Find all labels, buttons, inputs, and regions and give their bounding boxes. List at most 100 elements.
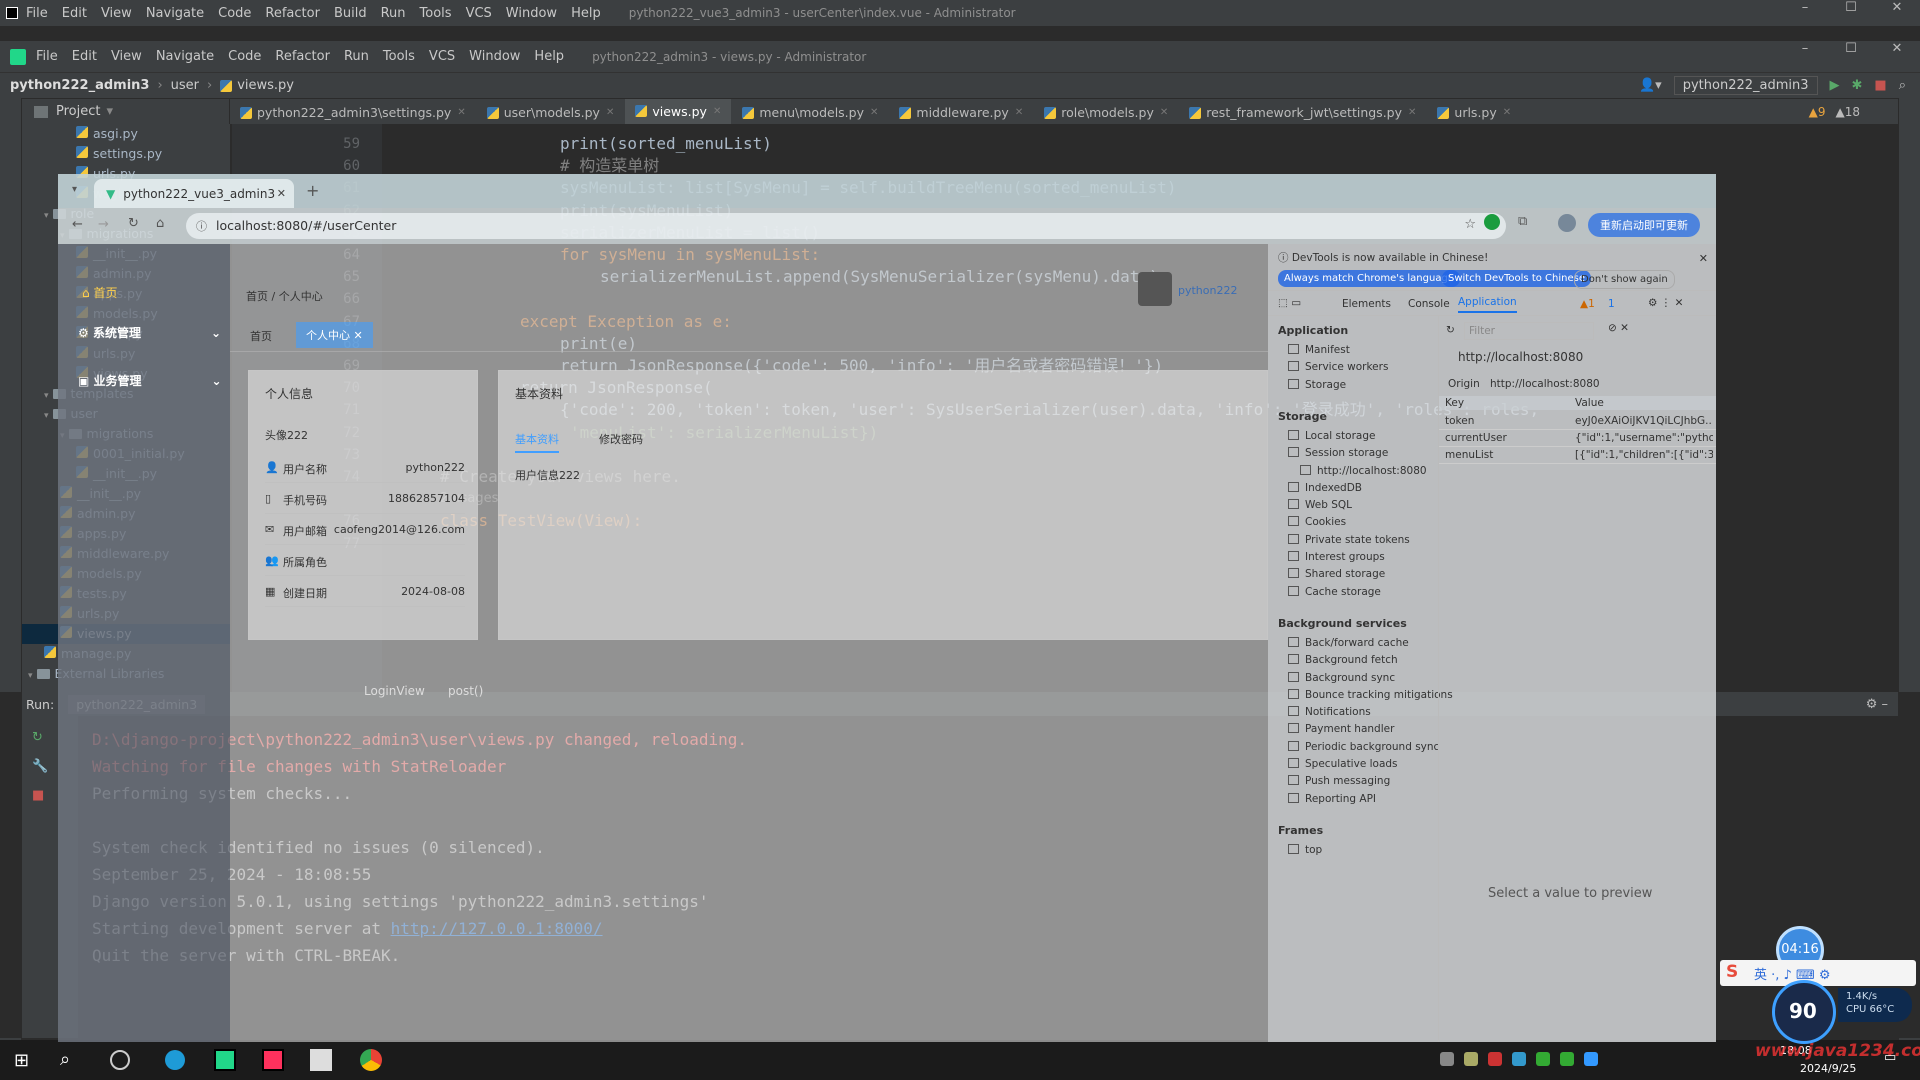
inspect-icon[interactable]: ⬚ ▭ <box>1278 297 1301 309</box>
warning-count[interactable]: ▲9 <box>1809 105 1826 119</box>
tab-menu-icon[interactable]: ▾ <box>72 184 77 195</box>
devtools-bg-item[interactable]: Reporting API <box>1288 792 1376 805</box>
address-bar[interactable]: localhost:8080/#/userCenter <box>216 218 396 233</box>
devtools-tab-console[interactable]: Console <box>1408 298 1450 310</box>
menu-item-vcs[interactable]: VCS <box>466 6 492 21</box>
clear-storage-icon[interactable]: ⊘ ✕ <box>1608 322 1629 334</box>
menu-item-tools[interactable]: Tools <box>420 6 452 21</box>
devtools-storage-item[interactable]: Interest groups <box>1288 551 1385 563</box>
menu-item-navigate[interactable]: Navigate <box>146 6 204 21</box>
menu-item-view[interactable]: View <box>111 49 142 64</box>
intellij-taskbar-icon[interactable] <box>262 1049 284 1071</box>
menu-item-refactor[interactable]: Refactor <box>265 6 320 21</box>
browser-tab-title[interactable]: python222_vue3_admin3 <box>123 187 275 201</box>
match-language-button[interactable]: Always match Chrome's language <box>1278 270 1460 287</box>
menu-item-code[interactable]: Code <box>218 6 251 21</box>
menu-item-help[interactable]: Help <box>534 49 564 64</box>
weak-warning-count[interactable]: ▲18 <box>1836 105 1861 119</box>
devtools-bg-item[interactable]: Periodic background sync <box>1288 740 1439 753</box>
switch-chinese-button[interactable]: Switch DevTools to Chinese <box>1442 270 1591 287</box>
devtools-storage-item[interactable]: http://localhost:8080 <box>1300 464 1427 477</box>
close-tab-icon[interactable]: ✕ <box>870 107 878 118</box>
menu-item-tools[interactable]: Tools <box>383 49 415 64</box>
extensions-puzzle-icon[interactable]: ⧉ <box>1518 214 1527 229</box>
edge-icon[interactable] <box>165 1050 185 1070</box>
page-tab-user-center[interactable]: 个人中心 ✕ <box>296 322 373 348</box>
search-icon[interactable]: ⌕ <box>1899 78 1906 93</box>
menu-item-navigate[interactable]: Navigate <box>156 49 214 64</box>
editor-tab[interactable]: user\models.py ✕ <box>477 98 626 127</box>
editor-tab[interactable]: python222_admin3\settings.py ✕ <box>230 98 477 127</box>
sidebar-item-business[interactable]: ▣ 业务管理 ⌄ <box>78 372 222 389</box>
refresh-storage-icon[interactable]: ↻ <box>1446 324 1455 336</box>
site-info-icon[interactable]: ⓘ <box>196 218 207 234</box>
devtools-warning-badge[interactable]: ▲1 <box>1580 298 1595 310</box>
close-tab-icon[interactable]: ✕ <box>1503 107 1511 118</box>
new-tab-icon[interactable]: + <box>306 181 319 200</box>
devtools-bg-item[interactable]: Back/forward cache <box>1288 636 1409 649</box>
tree-item[interactable]: settings.py <box>22 144 230 164</box>
menu-item-window[interactable]: Window <box>506 6 557 21</box>
close-icon[interactable]: ✕ <box>1874 41 1920 56</box>
sidebar-item-system[interactable]: ⚙ 系统管理 ⌄ <box>78 324 221 341</box>
maximize-icon[interactable]: ☐ <box>1828 41 1874 56</box>
close-tab-icon[interactable]: ✕ <box>1160 107 1168 118</box>
chrome-taskbar-icon[interactable] <box>360 1049 382 1071</box>
breadcrumb-file[interactable]: views.py <box>237 78 294 93</box>
storage-table-row[interactable]: currentUser {"id":1,"username":"pytho... <box>1439 431 1716 447</box>
devtools-storage-item[interactable]: Private state tokens <box>1288 533 1410 546</box>
devtools-bg-item[interactable]: Background sync <box>1288 671 1395 684</box>
devtools-bg-item[interactable]: Notifications <box>1288 706 1371 718</box>
menu-item-help[interactable]: Help <box>571 6 601 21</box>
update-button[interactable]: 重新启动即可更新 <box>1588 213 1700 237</box>
user-icon[interactable]: 👤▾ <box>1639 78 1662 93</box>
menu-item-edit[interactable]: Edit <box>72 49 97 64</box>
devtools-tab-application[interactable]: Application <box>1458 296 1517 313</box>
devtools-app-item[interactable]: Storage <box>1288 378 1346 391</box>
avatar[interactable] <box>1138 272 1172 306</box>
reload-icon[interactable]: ↻ <box>128 216 139 231</box>
storage-table-row[interactable]: token eyJ0eXAiOiJKV1QiLCJhbG... <box>1439 414 1716 430</box>
bookmark-star-icon[interactable]: ☆ <box>1464 217 1476 232</box>
editor-tab[interactable]: middleware.py ✕ <box>889 98 1035 127</box>
close-tab-icon[interactable]: ✕ <box>277 187 286 200</box>
windows-start-icon[interactable]: ⊞ <box>14 1050 29 1071</box>
forward-icon[interactable]: → <box>98 217 109 232</box>
devtools-info-badge[interactable]: 1 <box>1608 298 1615 310</box>
home-icon[interactable]: ⌂ <box>156 216 164 231</box>
storage-table-row[interactable]: menuList [{"id":1,"children":[{"id":3,"..… <box>1439 448 1716 464</box>
extension-icon[interactable] <box>1484 214 1500 230</box>
devtools-storage-item[interactable]: Session storage <box>1288 447 1388 459</box>
sogou-ime-icon[interactable]: S <box>1726 962 1738 982</box>
devtools-tab-elements[interactable]: Elements <box>1342 298 1391 310</box>
page-tab-home[interactable]: 首页 <box>250 328 272 344</box>
notepad-taskbar-icon[interactable] <box>310 1049 332 1071</box>
editor-tab[interactable]: views.py ✕ <box>625 98 733 127</box>
minimize-icon[interactable]: – <box>1782 41 1828 56</box>
menu-item-edit[interactable]: Edit <box>62 6 87 21</box>
editor-tab[interactable]: menu\models.py ✕ <box>732 98 890 127</box>
search-icon[interactable]: ⌕ <box>60 1049 70 1070</box>
back-icon[interactable]: ← <box>72 217 83 232</box>
menu-item-run[interactable]: Run <box>381 6 406 21</box>
devtools-storage-item[interactable]: Shared storage <box>1288 568 1385 580</box>
project-view-label[interactable]: Project <box>56 104 100 119</box>
devtools-app-item[interactable]: Manifest <box>1288 344 1350 356</box>
debug-icon[interactable]: ✱ <box>1852 78 1863 93</box>
maximize-icon[interactable]: ☐ <box>1828 0 1874 15</box>
devtools-frame-item[interactable]: top <box>1288 843 1322 856</box>
username-dropdown[interactable]: python222 <box>1178 284 1237 297</box>
devtools-bg-item[interactable]: Payment handler <box>1288 723 1394 735</box>
menu-item-vcs[interactable]: VCS <box>429 49 455 64</box>
devtools-settings-icon[interactable]: ⚙ ⋮ ✕ <box>1648 297 1683 309</box>
minimize-icon[interactable]: – <box>1782 0 1828 15</box>
run-config-select[interactable]: python222_admin3 <box>1673 76 1818 95</box>
editor-tab[interactable]: rest_framework_jwt\settings.py ✕ <box>1179 98 1428 127</box>
pycharm-taskbar-icon[interactable] <box>214 1049 236 1071</box>
close-tab-icon[interactable]: ✕ <box>713 106 721 117</box>
dont-show-button[interactable]: Don't show again <box>1574 270 1675 289</box>
devtools-storage-item[interactable]: Cache storage <box>1288 585 1381 598</box>
breadcrumb-project[interactable]: python222_admin3 <box>10 78 149 93</box>
close-tab-icon[interactable]: ✕ <box>1408 107 1416 118</box>
devtools-bg-item[interactable]: Speculative loads <box>1288 758 1398 770</box>
